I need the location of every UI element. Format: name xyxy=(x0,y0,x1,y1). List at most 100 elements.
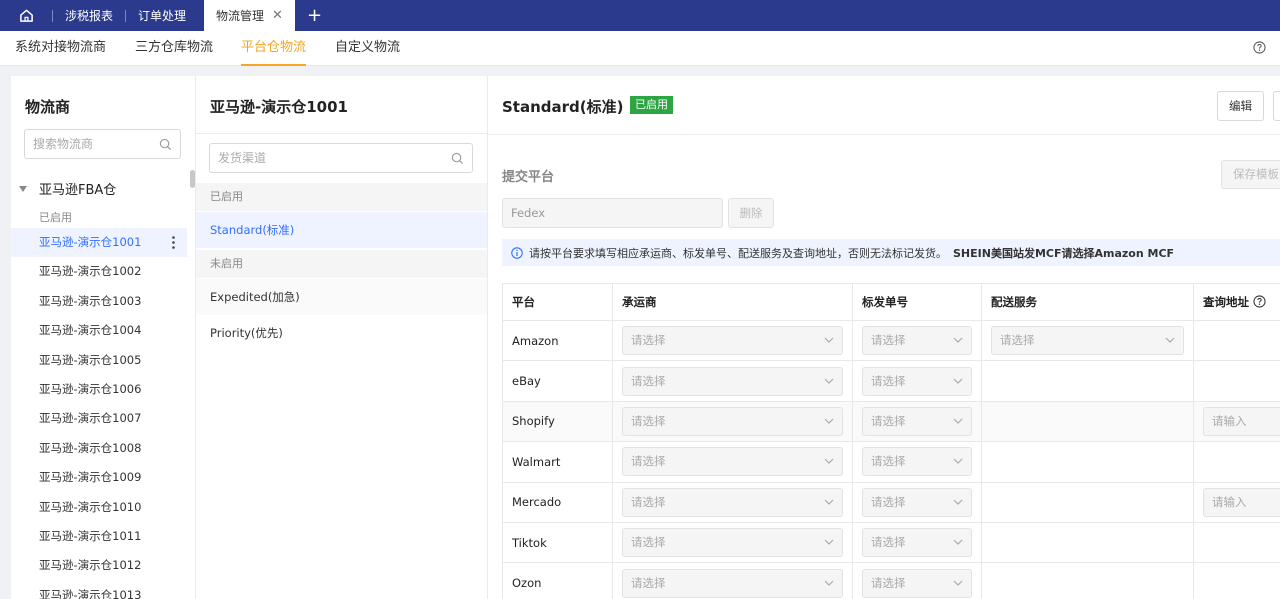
warehouse-item[interactable]: 亚马逊-演示仓1003 xyxy=(11,287,187,316)
save-template-button[interactable]: 保存模板 xyxy=(1221,160,1280,189)
query-cell xyxy=(1193,360,1280,402)
tracking-cell: 请选择 xyxy=(852,360,982,402)
select-placeholder: 请选择 xyxy=(631,373,666,388)
warehouse-label: 亚马逊-演示仓1012 xyxy=(39,558,142,573)
chevron-down-icon xyxy=(953,378,963,384)
chevron-down-icon xyxy=(824,539,834,545)
channel-item-priority[interactable]: Priority(优先) xyxy=(196,315,487,351)
table-row: Tiktok 请选择 请选择 xyxy=(502,521,1280,564)
channel-item-expedited[interactable]: Expedited(加急) xyxy=(196,279,487,315)
warehouse-item[interactable]: 亚马逊-演示仓1013 xyxy=(11,581,187,599)
carrier-search xyxy=(24,129,181,159)
warehouse-item[interactable]: 亚马逊-演示仓1006 xyxy=(11,375,187,404)
tracking-select[interactable]: 请选择 xyxy=(862,326,972,356)
col-header-query-url: 查询地址 xyxy=(1193,283,1280,321)
tab-tax-report[interactable]: 涉税报表 xyxy=(53,0,125,31)
subnav-system-carriers[interactable]: 系统对接物流商 xyxy=(15,31,106,66)
warehouse-item[interactable]: 亚马逊-演示仓1010 xyxy=(11,493,187,522)
subnav-label: 系统对接物流商 xyxy=(15,40,107,55)
table-row: Shopify 请选择 请选择 请输入 xyxy=(502,400,1280,443)
warehouse-item[interactable]: 亚马逊-演示仓1004 xyxy=(11,316,187,345)
help-icon[interactable] xyxy=(1253,295,1266,308)
input-placeholder: 请输入 xyxy=(1212,413,1247,428)
submit-platform-label: 提交平台 xyxy=(502,170,555,185)
warehouse-list: 亚马逊-演示仓1001 亚马逊-演示仓1002 亚马逊-演示仓1003 亚马逊-演示仓… xyxy=(11,228,187,599)
chevron-down-icon xyxy=(953,337,963,344)
tracking-select[interactable]: 请选择 xyxy=(862,406,972,436)
query-cell xyxy=(1193,562,1280,599)
subnav-label: 三方仓库物流 xyxy=(135,40,214,55)
select-placeholder: 请选择 xyxy=(631,413,666,428)
carrier-select[interactable]: 请选择 xyxy=(622,487,843,517)
chevron-down-icon xyxy=(824,458,834,465)
tab-order-processing[interactable]: 订单处理 xyxy=(126,0,198,31)
search-icon[interactable] xyxy=(159,138,172,151)
carrier-select[interactable]: 请选择 xyxy=(622,447,843,477)
select-placeholder: 请选择 xyxy=(871,454,906,469)
carrier-select[interactable]: 请选择 xyxy=(622,366,843,396)
warehouse-item[interactable]: 亚马逊-演示仓1011 xyxy=(11,522,187,551)
delete-button[interactable]: 删除 xyxy=(728,198,774,228)
table-row: Mercado 请选择 请选择 请输入 xyxy=(502,481,1280,523)
warehouse-item[interactable]: 亚马逊-演示仓1002 xyxy=(11,257,187,286)
service-select[interactable]: 请选择 xyxy=(991,326,1184,356)
warehouse-item[interactable]: 亚马逊-演示仓1001 xyxy=(11,228,187,258)
channel-search-input[interactable] xyxy=(210,144,472,172)
tracking-select[interactable]: 请选择 xyxy=(862,528,972,558)
warehouse-label: 亚马逊-演示仓1011 xyxy=(39,528,142,543)
tracking-select[interactable]: 请选择 xyxy=(862,447,972,477)
platform-cell: Ozon xyxy=(502,562,613,599)
platform-select[interactable]: Fedex xyxy=(502,198,723,228)
subnav-third-party-warehouse[interactable]: 三方仓库物流 xyxy=(135,31,213,66)
col-header-carrier: 承运商 xyxy=(612,283,853,321)
close-icon[interactable]: ✕ xyxy=(272,8,283,23)
more-vertical-icon[interactable] xyxy=(172,236,175,249)
carrier-group-amazon-fba[interactable]: 亚马逊FBA仓 xyxy=(19,179,116,198)
chevron-down-icon xyxy=(824,337,834,344)
carrier-select[interactable]: 请选择 xyxy=(622,326,843,356)
chevron-down-icon xyxy=(824,499,834,505)
edit-button[interactable]: 编辑 xyxy=(1217,91,1264,121)
tracking-select[interactable]: 请选择 xyxy=(862,366,972,396)
tracking-select[interactable]: 请选择 xyxy=(862,568,972,598)
tracking-select[interactable]: 请选择 xyxy=(862,487,972,517)
warehouse-item[interactable]: 亚马逊-演示仓1005 xyxy=(11,346,187,375)
search-icon[interactable] xyxy=(451,152,464,165)
logistics-subnav: 系统对接物流商 三方仓库物流 平台仓物流 自定义物流 xyxy=(0,31,1280,66)
carrier-search-input[interactable] xyxy=(25,130,180,158)
home-button[interactable] xyxy=(0,0,52,31)
platform-name: Mercado xyxy=(512,495,562,510)
status-badge: 已启用 xyxy=(630,96,673,114)
query-url-input[interactable]: 请输入 xyxy=(1203,406,1280,436)
warehouse-label: 亚马逊-演示仓1006 xyxy=(39,381,142,396)
enabled-section-header: 已启用 xyxy=(196,183,487,211)
carrier-select[interactable]: 请选择 xyxy=(622,406,843,436)
warehouse-item[interactable]: 亚马逊-演示仓1008 xyxy=(11,434,187,463)
platform-cell: Walmart xyxy=(502,441,613,483)
carrier-select[interactable]: 请选择 xyxy=(622,528,843,558)
select-placeholder: 请选择 xyxy=(631,333,666,348)
tab-logistics-management[interactable]: 物流管理 ✕ xyxy=(204,0,295,31)
subnav-platform-warehouse[interactable]: 平台仓物流 xyxy=(241,31,307,66)
help-icon[interactable] xyxy=(1253,41,1266,54)
enabled-group-label: 已启用 xyxy=(39,211,72,224)
warehouse-item[interactable]: 亚马逊-演示仓1009 xyxy=(11,463,187,492)
add-tab-icon[interactable]: + xyxy=(307,0,322,31)
service-cell xyxy=(981,360,1194,402)
col-header-tracking-number: 标发单号 xyxy=(852,283,982,321)
input-placeholder: 请输入 xyxy=(1212,494,1247,509)
warehouse-item[interactable]: 亚马逊-演示仓1012 xyxy=(11,551,187,580)
carrier-select[interactable]: 请选择 xyxy=(622,568,843,598)
query-cell xyxy=(1193,441,1280,483)
top-tab-bar: 涉税报表 订单处理 物流管理 ✕ + xyxy=(0,0,1280,31)
query-url-input[interactable]: 请输入 xyxy=(1203,487,1280,517)
subnav-custom-logistics[interactable]: 自定义物流 xyxy=(335,31,400,66)
warehouse-item[interactable]: 亚马逊-演示仓1007 xyxy=(11,404,187,433)
platform-name: Walmart xyxy=(512,454,561,469)
chevron-down-icon xyxy=(824,418,834,424)
channel-item-standard[interactable]: Standard(标准) xyxy=(196,212,487,248)
info-notice: 请按平台要求填写相应承运商、标发单号、配送服务及查询地址，否则无法标记发货。 S… xyxy=(502,239,1280,266)
service-cell xyxy=(981,441,1194,483)
more-button[interactable] xyxy=(1273,91,1280,121)
select-placeholder: 请选择 xyxy=(871,413,906,428)
